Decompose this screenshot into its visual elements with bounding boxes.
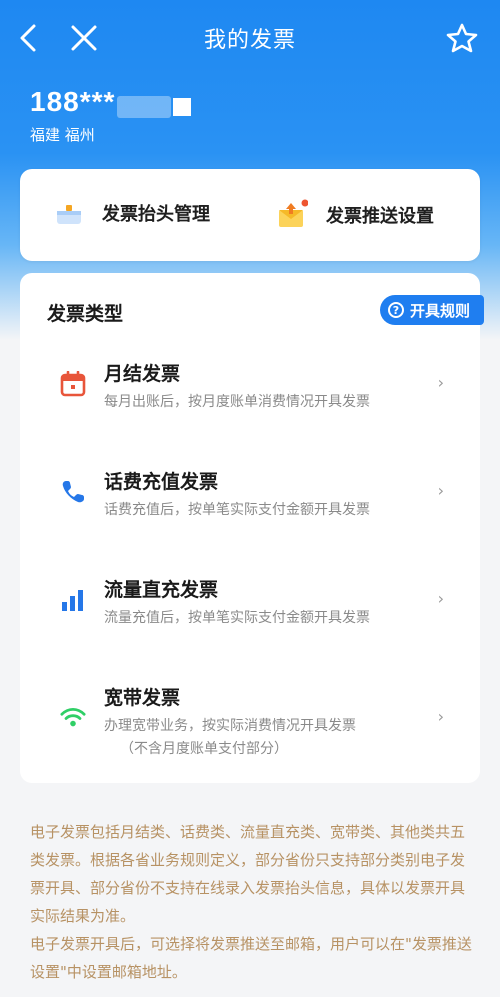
invoice-type-desc: 流量充值后，按单笔实际支付金额开具发票	[104, 610, 370, 626]
notes-paragraph: 电子发票包括月结类、话费类、流量直充类、宽带类、其他类共五类发票。根据各省业务规…	[30, 823, 466, 925]
invoice-type-monthly[interactable]: 月结发票 每月出账后，按月度账单消费情况开具发票 ›	[20, 353, 480, 443]
section-title: 发票类型	[47, 303, 124, 325]
page-title: 我的发票	[203, 28, 296, 53]
phone-icon	[60, 479, 86, 505]
phone-number: 188***	[30, 86, 116, 117]
chevron-right-icon: ›	[437, 707, 444, 726]
invoice-push-settings-button[interactable]: 发票推送设置	[276, 199, 434, 231]
masked-digits-box	[173, 97, 192, 116]
chevron-right-icon: ›	[437, 373, 444, 392]
invoice-type-title: 流量直充发票	[104, 579, 219, 601]
invoice-push-icon	[279, 199, 308, 227]
invoice-type-title: 月结发票	[104, 363, 181, 385]
wifi-icon	[60, 705, 86, 731]
question-icon: ?	[387, 302, 404, 318]
invoice-types-card: 发票类型 ? 开具规则 月结发票 每月出账后，按月度账单消费情况开具发票 › 话…	[20, 273, 484, 783]
issuing-rules-button[interactable]: ? 开具规则	[379, 295, 484, 325]
signal-bars-icon	[60, 587, 86, 613]
calendar-icon	[60, 371, 86, 397]
invoice-type-desc: 话费充值后，按单笔实际支付金额开具发票	[104, 502, 370, 518]
invoice-type-desc-note: （不含月度账单支付部分）	[120, 741, 288, 757]
invoice-notes: 电子发票包括月结类、话费类、流量直充类、宽带类、其他类共五类发票。根据各省业务规…	[30, 818, 475, 986]
quick-actions-card: 发票抬头管理 发票推送设置	[20, 169, 480, 261]
invoice-title-icon	[57, 205, 81, 224]
favorite-button[interactable]	[440, 16, 484, 60]
masked-digits	[117, 95, 172, 118]
invoice-type-broadband[interactable]: 宽带发票 办理宽带业务，按实际消费情况开具发票 （不含月度账单支付部分） ›	[20, 677, 480, 777]
account-info: 188*** 福建 福州	[30, 86, 192, 145]
notification-dot	[301, 199, 308, 207]
invoice-type-desc: 每月出账后，按月度账单消费情况开具发票	[104, 394, 370, 410]
invoice-title-manage-label: 发票抬头管理	[102, 204, 210, 225]
invoice-title-manage-button[interactable]: 发票抬头管理	[54, 199, 210, 227]
nav-bar: 我的发票	[0, 0, 500, 76]
notes-paragraph: 电子发票开具后，可选择将发票推送至邮箱，用户可以在"发票推送设置"中设置邮箱地址…	[30, 935, 472, 981]
chevron-right-icon: ›	[437, 481, 444, 500]
invoice-type-title: 宽带发票	[104, 687, 181, 709]
chevron-right-icon: ›	[437, 589, 444, 608]
invoice-type-desc: 办理宽带业务，按实际消费情况开具发票	[104, 718, 356, 734]
invoice-type-title: 话费充值发票	[104, 471, 219, 493]
issuing-rules-label: 开具规则	[409, 301, 470, 320]
region-label: 福建 福州	[30, 126, 95, 144]
star-icon	[446, 23, 478, 53]
invoice-type-data-recharge[interactable]: 流量直充发票 流量充值后，按单笔实际支付金额开具发票 ›	[20, 569, 480, 659]
invoice-push-settings-label: 发票推送设置	[326, 206, 434, 227]
invoice-type-phone-recharge[interactable]: 话费充值发票 话费充值后，按单笔实际支付金额开具发票 ›	[20, 461, 480, 551]
